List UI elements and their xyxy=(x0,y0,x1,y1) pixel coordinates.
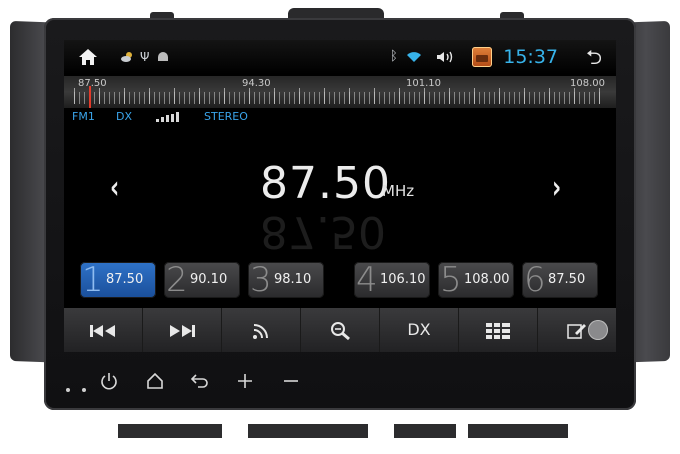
preset-frequency: 108.00 xyxy=(464,272,510,287)
home-hardware-icon[interactable] xyxy=(146,372,164,395)
wifi-icon xyxy=(406,40,422,74)
info-row: FM1 DX STEREO xyxy=(64,108,616,126)
reset-hole xyxy=(82,388,86,392)
back-hardware-icon[interactable] xyxy=(190,372,210,395)
usb-icon: Ψ xyxy=(140,50,150,64)
power-icon[interactable] xyxy=(100,372,118,395)
volume-icon xyxy=(436,40,454,74)
preset-number: 1 xyxy=(82,260,104,300)
preset-button-1[interactable]: 1 87.50 xyxy=(80,260,156,300)
signal-icon xyxy=(253,323,268,339)
band-label: FM1 xyxy=(72,110,95,123)
weather-icon xyxy=(120,40,134,74)
preset-button-5[interactable]: 5 108.00 xyxy=(438,260,514,300)
preset-button-6[interactable]: 6 87.50 xyxy=(522,260,598,300)
dx-button[interactable]: DX xyxy=(380,308,459,352)
rds-button[interactable] xyxy=(222,308,301,352)
back-icon[interactable]: ⮌ xyxy=(586,40,602,74)
search-button[interactable] xyxy=(301,308,380,352)
radio-screen: Ψ ᛒ 15:37 ⮌ 87.50 94.30 101.10 108.00 FM… xyxy=(64,40,616,352)
edit-icon xyxy=(567,323,586,339)
seek-back-icon xyxy=(90,324,115,337)
preset-button-4[interactable]: 4 106.10 xyxy=(354,260,430,300)
clock: 15:37 xyxy=(503,46,558,68)
preset-frequency: 87.50 xyxy=(106,272,144,287)
bottom-toolbar: DX xyxy=(64,308,616,352)
assistive-touch-button[interactable] xyxy=(588,320,608,340)
home-icon[interactable] xyxy=(78,40,98,74)
scale-major-ticks xyxy=(74,88,604,104)
frequency-scale[interactable]: 87.50 94.30 101.10 108.00 xyxy=(64,76,616,108)
volume-up-icon[interactable] xyxy=(236,372,254,395)
radio-app-icon[interactable] xyxy=(472,47,492,67)
seek-forward-button[interactable] xyxy=(143,308,222,352)
preset-number: 4 xyxy=(356,260,378,300)
tuning-needle[interactable] xyxy=(89,86,91,108)
signal-strength-icon xyxy=(156,112,180,122)
preset-number: 5 xyxy=(440,260,462,300)
frequency-reflection: 87.50 xyxy=(260,206,386,257)
preset-frequency: 106.10 xyxy=(380,272,426,287)
android-icon xyxy=(156,40,170,74)
frequency-unit: MHz xyxy=(382,182,415,200)
preset-button-2[interactable]: 2 90.10 xyxy=(164,260,240,300)
seek-next-button[interactable]: › xyxy=(552,168,561,206)
preset-frequency: 98.10 xyxy=(274,272,312,287)
seek-forward-icon xyxy=(170,324,195,337)
preset-button-3[interactable]: 3 98.10 xyxy=(248,260,324,300)
preset-number: 3 xyxy=(250,260,272,300)
list-icon xyxy=(486,322,510,339)
seek-prev-button[interactable]: ‹ xyxy=(110,168,119,206)
current-frequency: 87.50 xyxy=(260,158,391,209)
bluetooth-icon: ᛒ xyxy=(390,49,398,64)
status-bar: Ψ ᛒ 15:37 ⮌ xyxy=(64,40,616,74)
mic-hole xyxy=(66,388,70,392)
dx-indicator: DX xyxy=(116,110,133,123)
preset-frequency: 90.10 xyxy=(190,272,228,287)
preset-number: 2 xyxy=(166,260,188,300)
volume-down-icon[interactable] xyxy=(282,372,300,395)
preset-number: 6 xyxy=(524,260,546,300)
preset-list-button[interactable] xyxy=(459,308,538,352)
stereo-indicator: STEREO xyxy=(204,110,248,123)
seek-back-button[interactable] xyxy=(64,308,143,352)
device-bottom-tabs xyxy=(118,424,568,440)
search-icon xyxy=(331,321,350,340)
preset-frequency: 87.50 xyxy=(548,272,586,287)
